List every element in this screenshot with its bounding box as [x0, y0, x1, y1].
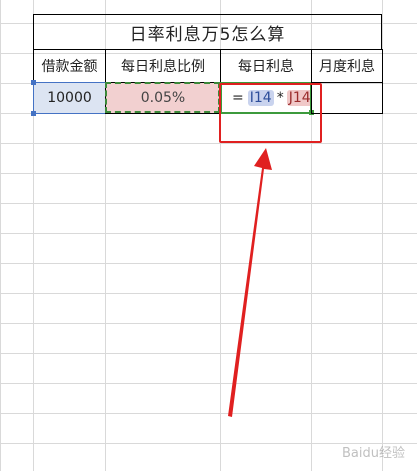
- watermark: Baidu经验: [342, 446, 405, 461]
- annotation-highlight-box: [219, 83, 322, 143]
- title-cell[interactable]: 日率利息万5怎么算: [33, 14, 382, 50]
- header-cell-daily-ratio[interactable]: 每日利息比例: [105, 49, 221, 83]
- header-cell-monthly-interest[interactable]: 月度利息: [311, 49, 383, 83]
- header-cell-daily-interest[interactable]: 每日利息: [220, 49, 312, 83]
- ratio-cell[interactable]: 0.05%: [105, 82, 221, 114]
- amount-cell[interactable]: 10000: [33, 82, 106, 114]
- spreadsheet-sheet: 日率利息万5怎么算 借款金额 每日利息比例 每日利息 月度利息 10000 0.…: [0, 0, 417, 471]
- selection-handle[interactable]: [31, 111, 36, 116]
- selection-handle[interactable]: [31, 80, 36, 85]
- header-cell-loan-amount[interactable]: 借款金额: [33, 49, 106, 83]
